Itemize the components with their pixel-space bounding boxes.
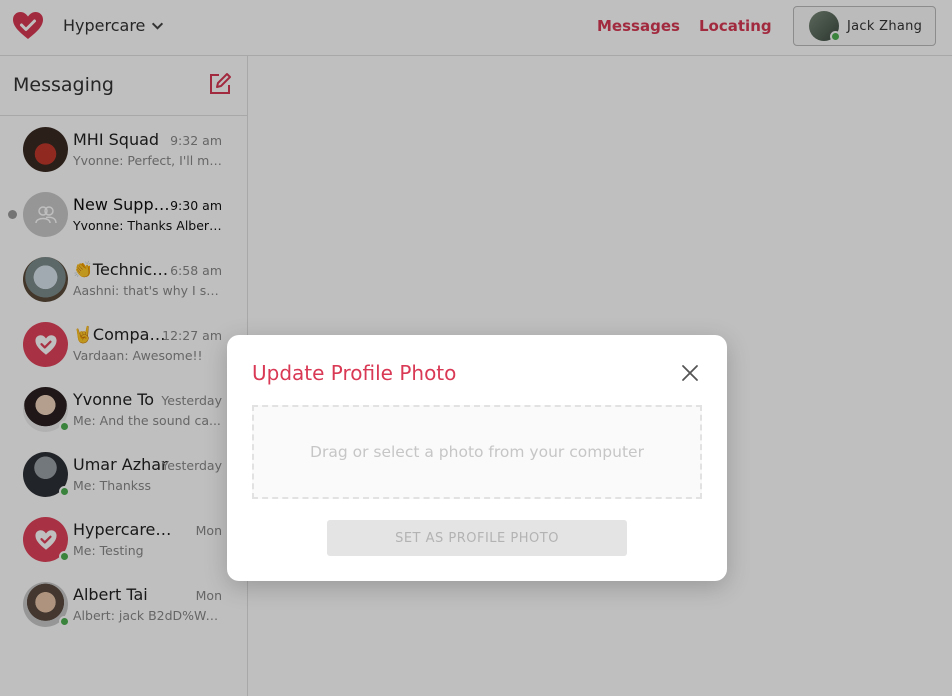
dropzone-text: Drag or select a photo from your compute…: [310, 443, 644, 461]
update-profile-photo-modal: Update Profile Photo Drag or select a ph…: [227, 335, 727, 581]
close-icon[interactable]: [679, 362, 701, 384]
set-profile-photo-button[interactable]: SET AS PROFILE PHOTO: [327, 520, 627, 556]
photo-dropzone[interactable]: Drag or select a photo from your compute…: [252, 405, 702, 499]
modal-title: Update Profile Photo: [252, 361, 457, 385]
